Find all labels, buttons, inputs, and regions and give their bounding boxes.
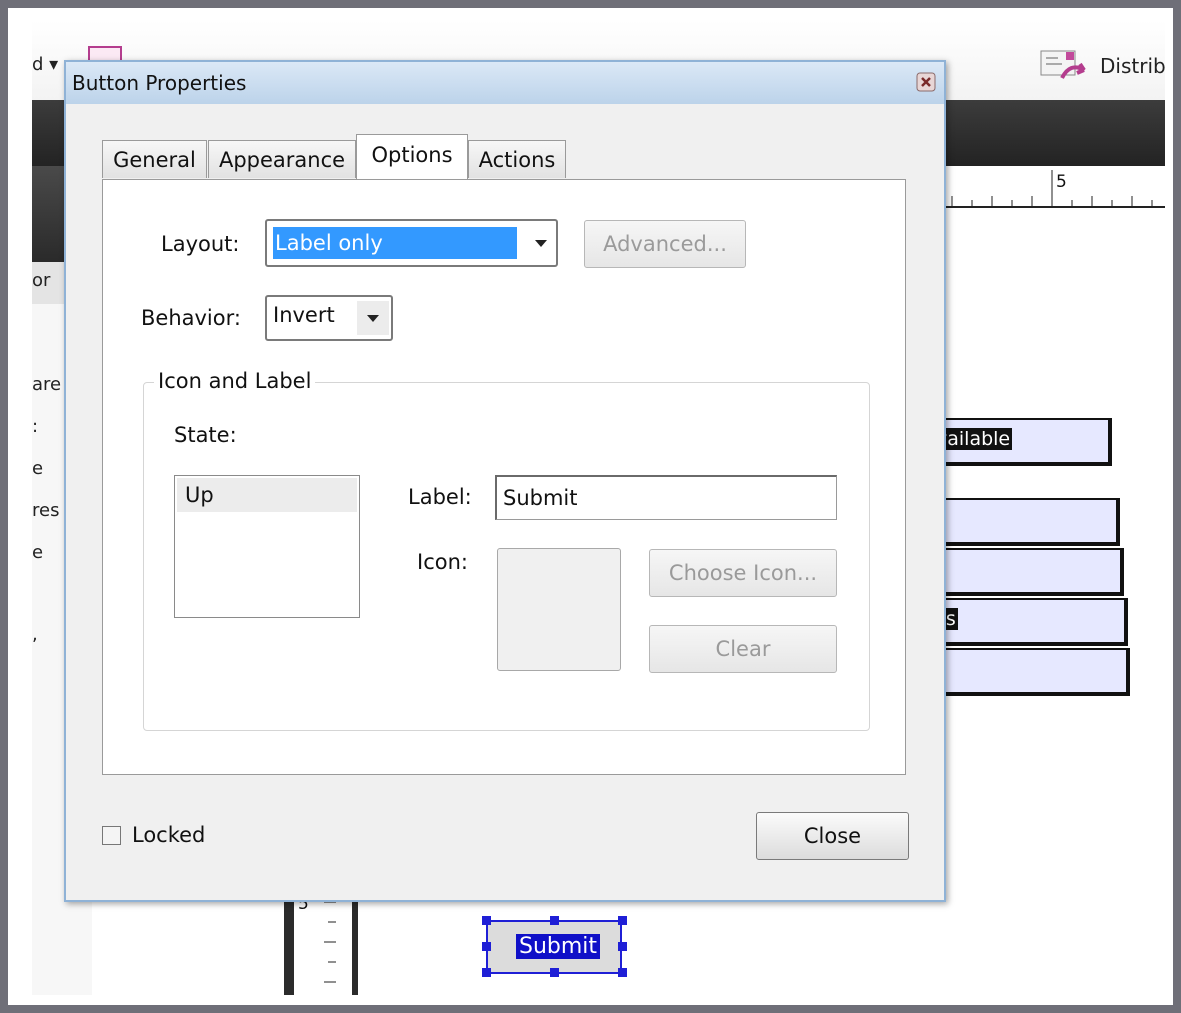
layout-dropdown[interactable]: Label only bbox=[265, 219, 558, 267]
dropdown-button[interactable] bbox=[357, 301, 389, 335]
label-input[interactable] bbox=[495, 475, 837, 520]
vertical-ruler: 5 bbox=[284, 888, 358, 995]
behavior-dropdown[interactable]: Invert bbox=[265, 295, 393, 341]
list-item[interactable]: Up bbox=[177, 478, 357, 512]
form-field[interactable] bbox=[932, 648, 1130, 696]
button-properties-dialog: Button Properties General Appearance Opt… bbox=[64, 60, 946, 902]
resize-handle[interactable] bbox=[618, 916, 627, 925]
resize-handle[interactable] bbox=[550, 916, 559, 925]
form-field[interactable] bbox=[932, 498, 1120, 546]
application-window: d ▾ Distrib or are : e res e , 5 vailabl… bbox=[32, 20, 1165, 995]
left-panel-fragment: e bbox=[32, 458, 44, 479]
choose-icon-button[interactable]: Choose Icon... bbox=[649, 549, 837, 597]
behavior-selected-value: Invert bbox=[273, 303, 335, 327]
close-button[interactable]: Close bbox=[756, 812, 909, 860]
locked-label: Locked bbox=[132, 823, 206, 847]
behavior-label: Behavior: bbox=[141, 306, 241, 330]
submit-button-field[interactable]: Submit bbox=[486, 920, 622, 974]
left-panel-fragment: : bbox=[32, 416, 39, 437]
tab-appearance[interactable]: Appearance bbox=[208, 140, 356, 178]
label-field-label: Label: bbox=[408, 485, 472, 509]
left-panel-fragment: , bbox=[32, 624, 38, 645]
advanced-button[interactable]: Advanced... bbox=[584, 220, 746, 268]
distribute-icon[interactable] bbox=[1040, 48, 1086, 86]
left-panel-fragment: are bbox=[32, 374, 62, 395]
resize-handle[interactable] bbox=[482, 942, 491, 951]
clear-button[interactable]: Clear bbox=[649, 625, 837, 673]
chevron-down-icon bbox=[535, 240, 547, 247]
form-field[interactable] bbox=[932, 548, 1124, 596]
tab-general[interactable]: General bbox=[102, 140, 207, 178]
left-panel-fragment: res bbox=[32, 500, 60, 521]
icon-preview bbox=[497, 548, 621, 671]
resize-handle[interactable] bbox=[618, 942, 627, 951]
left-panel-fragment: or bbox=[32, 270, 51, 291]
icon-and-label-group: Icon and Label State: Up Label: Icon: Ch… bbox=[143, 369, 870, 731]
group-title: Icon and Label bbox=[154, 369, 316, 393]
ruler-number: 5 bbox=[1056, 172, 1067, 192]
toolbar-fragment: d ▾ bbox=[32, 54, 59, 75]
chevron-down-icon bbox=[367, 315, 379, 322]
distribute-label[interactable]: Distrib bbox=[1100, 54, 1165, 78]
resize-handle[interactable] bbox=[482, 968, 491, 977]
tab-actions[interactable]: Actions bbox=[468, 140, 566, 178]
checkbox[interactable] bbox=[102, 826, 121, 845]
options-panel: Layout: Label only Advanced... Behavior:… bbox=[102, 179, 906, 775]
dialog-title: Button Properties bbox=[72, 71, 247, 95]
close-icon[interactable] bbox=[916, 72, 936, 96]
resize-handle[interactable] bbox=[482, 916, 491, 925]
icon-field-label: Icon: bbox=[417, 550, 468, 574]
layout-label: Layout: bbox=[161, 232, 240, 256]
left-panel-fragment: e bbox=[32, 542, 44, 563]
form-field[interactable]: ss bbox=[932, 598, 1128, 646]
submit-field-label: Submit bbox=[516, 934, 601, 959]
resize-handle[interactable] bbox=[618, 968, 627, 977]
form-field[interactable]: vailable bbox=[932, 418, 1112, 466]
screenshot-frame: d ▾ Distrib or are : e res e , 5 vailabl… bbox=[8, 8, 1173, 1005]
state-label: State: bbox=[174, 423, 237, 447]
resize-handle[interactable] bbox=[550, 968, 559, 977]
state-list[interactable]: Up bbox=[174, 475, 360, 618]
layout-selected-value: Label only bbox=[273, 227, 517, 259]
horizontal-ruler: 5 bbox=[942, 168, 1165, 208]
tab-options[interactable]: Options bbox=[356, 134, 468, 179]
dialog-title-bar[interactable]: Button Properties bbox=[66, 62, 944, 104]
